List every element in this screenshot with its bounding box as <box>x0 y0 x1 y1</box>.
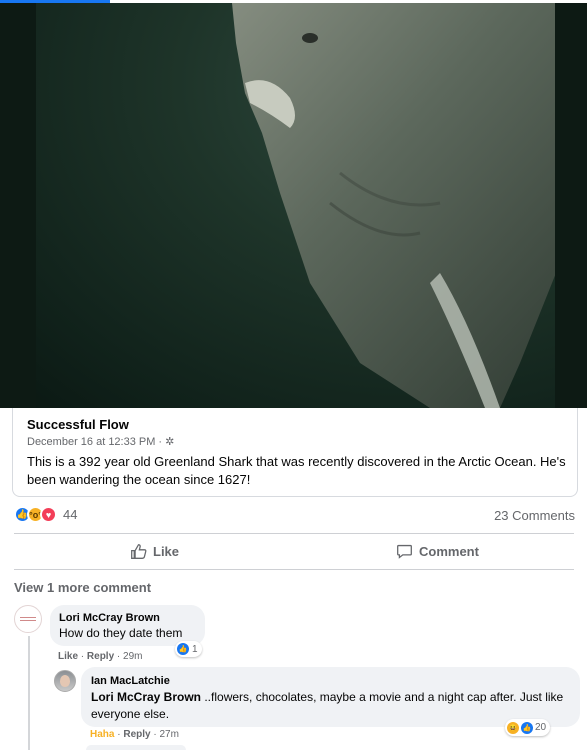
comment-reply-link[interactable]: Reply <box>87 651 114 662</box>
gear-icon: ✲ <box>165 436 175 448</box>
shark-image <box>232 3 587 408</box>
comment-bubble: Lori McCray Brown How do they date them <box>50 605 205 646</box>
reactions-summary[interactable]: 👍 °o° ♥ 44 <box>14 506 77 523</box>
divider <box>14 569 574 570</box>
mention-tag[interactable]: Lori McCray Brown <box>91 690 201 704</box>
reply-time[interactable]: 27m <box>159 729 178 740</box>
avatar[interactable] <box>14 605 42 633</box>
comment-actions: Like · Reply · 29m <box>58 651 143 662</box>
comment-time[interactable]: 29m <box>123 651 142 662</box>
comment-like-link[interactable]: Like <box>58 651 78 662</box>
view-more-comments[interactable]: View 1 more comment <box>14 580 151 595</box>
reply-text: Lori McCray Brown ..flowers, chocolates,… <box>91 689 570 723</box>
comment-button[interactable]: Comment <box>396 543 479 560</box>
haha-icon: 😆 <box>507 721 519 734</box>
divider <box>14 533 574 534</box>
post-photo[interactable] <box>0 3 587 408</box>
comment-button-label: Comment <box>419 544 479 559</box>
comment-reaction-badge[interactable]: 👍 1 <box>175 641 202 657</box>
speech-bubble-icon <box>397 544 412 559</box>
like-button[interactable]: Like <box>130 543 179 560</box>
reply-reply-link[interactable]: Reply <box>123 729 150 740</box>
reply-reaction-badge[interactable]: 😆 👍 20 <box>505 719 551 736</box>
comment-text: How do they date them <box>59 626 183 640</box>
reply-bubble: Ian MacLatchie Lori McCray Brown ..flowe… <box>81 667 580 727</box>
avatar[interactable] <box>54 670 76 692</box>
reply-reaction-count: 20 <box>535 722 547 733</box>
like-button-label: Like <box>153 544 180 559</box>
reply-thread-line <box>28 636 30 750</box>
reply-haha-link[interactable]: Haha <box>90 729 114 740</box>
reply-actions: Haha · Reply · 27m <box>90 729 179 740</box>
comments-count[interactable]: 23 Comments <box>494 508 575 523</box>
love-icon: ♥ <box>40 506 57 523</box>
post-timestamp[interactable]: December 16 at 12:33 PM <box>27 436 155 448</box>
comment-reaction-count: 1 <box>192 643 198 655</box>
photo-border-left <box>0 3 36 408</box>
post-author[interactable]: Successful Flow <box>27 417 129 432</box>
like-icon: 👍 <box>521 721 533 734</box>
comment-author[interactable]: Lori McCray Brown <box>59 612 196 624</box>
post-text: This is a 392 year old Greenland Shark t… <box>27 454 566 487</box>
post-caption-card: Successful Flow December 16 at 12:33 PM … <box>12 408 578 497</box>
thumbs-up-icon <box>131 544 147 559</box>
next-comment-peek <box>86 745 186 750</box>
reaction-count: 44 <box>63 507 78 522</box>
reply-author[interactable]: Ian MacLatchie <box>91 675 570 687</box>
meta-separator: · <box>158 435 163 448</box>
photo-border-right <box>555 3 587 408</box>
like-icon: 👍 <box>177 643 189 655</box>
post-meta: December 16 at 12:33 PM · ✲ <box>27 435 175 449</box>
